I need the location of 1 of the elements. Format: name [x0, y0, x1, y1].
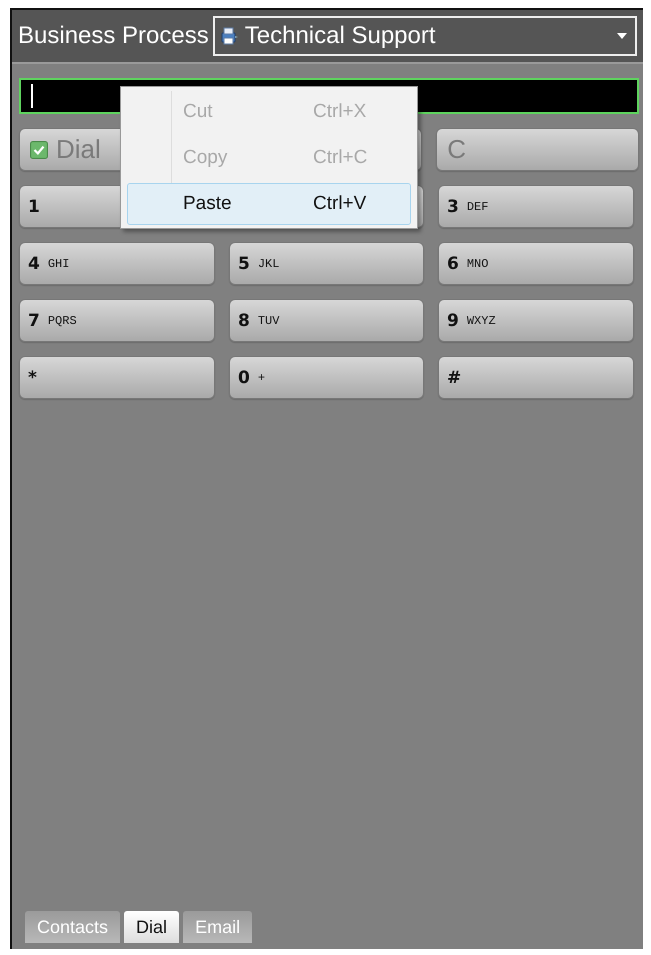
business-process-label: Business Process [18, 22, 209, 50]
